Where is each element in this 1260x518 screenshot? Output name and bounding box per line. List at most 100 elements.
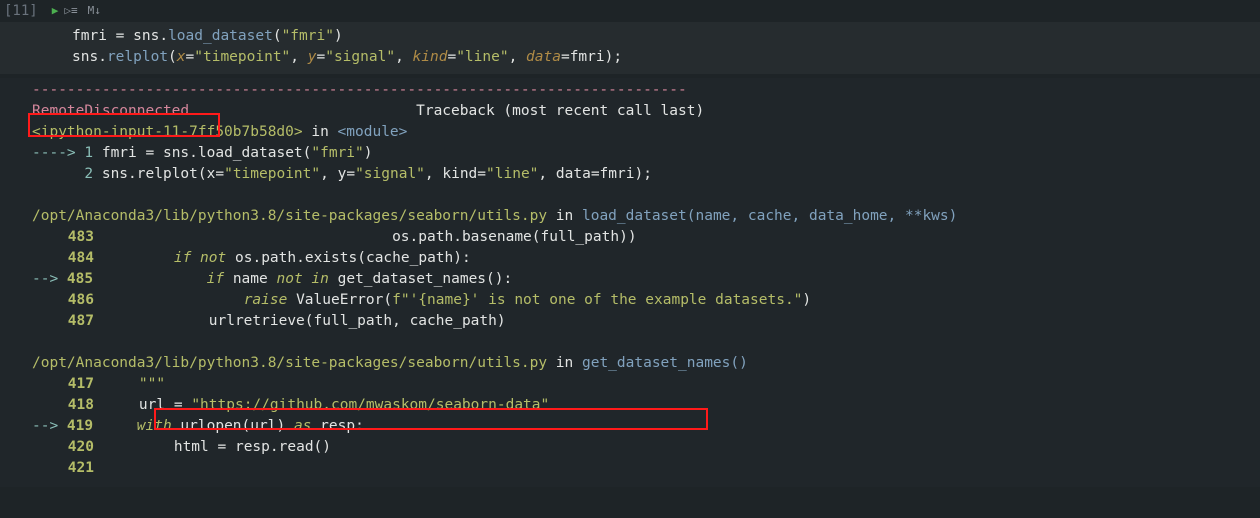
code-token xyxy=(102,269,207,290)
code-token: <module> xyxy=(338,122,408,143)
markdown-toggle[interactable]: M↓ xyxy=(88,3,101,19)
code-token: . xyxy=(128,164,137,185)
code-token: /opt/Anaconda3/lib/python3.8/site-packag… xyxy=(32,353,547,374)
code-token: = xyxy=(215,164,224,185)
line-number: 417 xyxy=(32,374,104,395)
frame-location: /opt/Anaconda3/lib/python3.8/site-packag… xyxy=(0,353,1260,374)
code-token: ( xyxy=(357,248,366,269)
frame-location: <ipython-input-11-7ff50b7b58d0> in <modu… xyxy=(0,122,1260,143)
text xyxy=(93,269,102,290)
code-token: x xyxy=(177,47,186,68)
code-line[interactable]: sns.relplot(x="timepoint", y="signal", k… xyxy=(0,47,1260,68)
arrow: 2 xyxy=(32,164,102,185)
code-input-area[interactable]: fmri = sns.load_dataset("fmri")sns.relpl… xyxy=(0,22,1260,74)
code-token: <ipython-input-11-7ff50b7b58d0> xyxy=(32,122,303,143)
code-token: load_dataset xyxy=(198,143,303,164)
code-token: = xyxy=(316,47,325,68)
code-token: "timepoint" xyxy=(194,47,290,68)
code-token: load_dataset xyxy=(168,26,273,47)
code-token: full_path xyxy=(541,227,620,248)
code-token: url xyxy=(104,395,174,416)
code-token: "signal" xyxy=(325,47,395,68)
code-token xyxy=(183,395,192,416)
output-line: ----------------------------------------… xyxy=(0,80,1260,101)
code-token: . xyxy=(252,248,261,269)
code-token: ( xyxy=(305,311,314,332)
code-token: sns xyxy=(102,164,128,185)
code-token: path xyxy=(418,227,453,248)
line-number: 486 xyxy=(32,290,104,311)
code-token: , xyxy=(395,47,412,68)
blank xyxy=(32,332,41,353)
code-token: "line" xyxy=(486,164,538,185)
code-token: , xyxy=(509,47,526,68)
code-token: ( xyxy=(242,416,251,437)
run-step-icon[interactable]: ▷≡ xyxy=(64,3,77,19)
code-token: = xyxy=(116,26,133,47)
code-token: , xyxy=(320,164,329,185)
code-token: kind xyxy=(413,47,448,68)
code-token: x xyxy=(207,164,216,185)
code-token: basename xyxy=(462,227,532,248)
code-token: fmri xyxy=(570,47,605,68)
line-number: 485 xyxy=(67,269,93,290)
frame-location: /opt/Anaconda3/lib/python3.8/site-packag… xyxy=(0,206,1260,227)
code-token: cache_path xyxy=(401,311,497,332)
code-token: ValueError xyxy=(287,290,383,311)
code-token: . xyxy=(98,47,107,68)
code-token: cache_path xyxy=(366,248,453,269)
code-token: if xyxy=(207,269,224,290)
code-token: /opt/Anaconda3/lib/python3.8/site-packag… xyxy=(32,206,547,227)
line-number: 483 xyxy=(32,227,104,248)
code-token: ( xyxy=(532,227,541,248)
line-number: 419 xyxy=(67,416,93,437)
code-token: in xyxy=(547,353,582,374)
code-token: data xyxy=(547,164,591,185)
code-token: = xyxy=(146,143,155,164)
frame-code-line: 486 raise ValueError(f"'{name}' is not o… xyxy=(0,290,1260,311)
code-token xyxy=(104,248,174,269)
code-token: f"'{name}' is not one of the example dat… xyxy=(392,290,802,311)
code-token: "fmri" xyxy=(311,143,363,164)
run-icon[interactable]: ▶ xyxy=(52,3,59,19)
code-token: () xyxy=(486,269,503,290)
frame-code-line: 418 url = "https://github.com/mwaskom/se… xyxy=(0,395,1260,416)
cell-header: [11] ▶ ▷≡ M↓ xyxy=(0,0,1260,22)
code-token: . xyxy=(296,248,305,269)
code-token: load_dataset xyxy=(582,206,687,227)
code-token: url xyxy=(250,416,276,437)
code-token: ) xyxy=(334,26,343,47)
code-token: in xyxy=(311,269,328,290)
code-token: () xyxy=(314,437,331,458)
code-token: os xyxy=(104,227,410,248)
code-token: y xyxy=(308,47,317,68)
code-token: html xyxy=(104,437,218,458)
line-number: 484 xyxy=(32,248,104,269)
code-line[interactable]: fmri = sns.load_dataset("fmri") xyxy=(0,26,1260,47)
notebook-cell: [11] ▶ ▷≡ M↓ fmri = sns.load_dataset("fm… xyxy=(0,0,1260,487)
code-token: raise xyxy=(244,290,288,311)
blank xyxy=(32,185,41,206)
code-token: : xyxy=(504,269,513,290)
frame-code-line: --> 419 with urlopen(url) as resp: xyxy=(0,416,1260,437)
code-token: ( xyxy=(303,143,312,164)
code-token: ( xyxy=(273,26,282,47)
code-token: = xyxy=(186,47,195,68)
frame-code-line: --> 485 if name not in get_dataset_names… xyxy=(0,269,1260,290)
output-line: RemoteDisconnected Traceback (most recen… xyxy=(0,101,1260,122)
frame-code-line: 2 sns.relplot(x="timepoint", y="signal",… xyxy=(0,164,1260,185)
code-token: kind xyxy=(434,164,478,185)
code-token: ; xyxy=(643,164,652,185)
code-token: , xyxy=(425,164,434,185)
code-token: urlretrieve xyxy=(104,311,305,332)
code-token: ) xyxy=(634,164,643,185)
code-token: ( xyxy=(383,290,392,311)
code-token: fmri xyxy=(72,26,116,47)
code-token: with xyxy=(137,416,172,437)
code-token: "line" xyxy=(456,47,508,68)
code-token: fmri xyxy=(600,164,635,185)
code-token: ) xyxy=(276,416,285,437)
code-token: ) xyxy=(802,290,811,311)
code-token: . xyxy=(270,437,279,458)
code-token: sns xyxy=(154,143,189,164)
